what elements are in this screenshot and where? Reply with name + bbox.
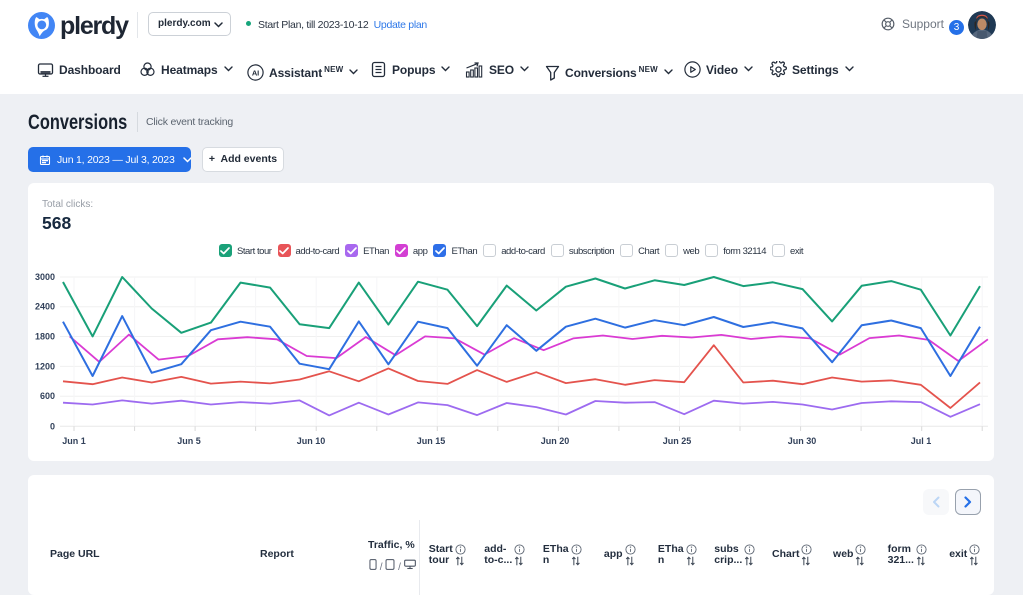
svg-text:Jun 1: Jun 1 xyxy=(62,436,86,446)
svg-text:Jun 30: Jun 30 xyxy=(788,436,817,446)
svg-text:Jun 25: Jun 25 xyxy=(663,436,692,446)
svg-text:Jun 20: Jun 20 xyxy=(541,436,570,446)
svg-text:600: 600 xyxy=(40,391,55,401)
svg-text:1800: 1800 xyxy=(35,332,55,342)
svg-text:3000: 3000 xyxy=(35,272,55,282)
svg-text:Jun 10: Jun 10 xyxy=(297,436,326,446)
svg-text:AI: AI xyxy=(252,68,259,77)
svg-text:2400: 2400 xyxy=(35,302,55,312)
svg-text:Jul 1: Jul 1 xyxy=(911,436,932,446)
svg-text:1200: 1200 xyxy=(35,361,55,371)
svg-text:Jun 5: Jun 5 xyxy=(177,436,201,446)
svg-text:Jun 15: Jun 15 xyxy=(417,436,446,446)
svg-text:0: 0 xyxy=(50,421,55,431)
